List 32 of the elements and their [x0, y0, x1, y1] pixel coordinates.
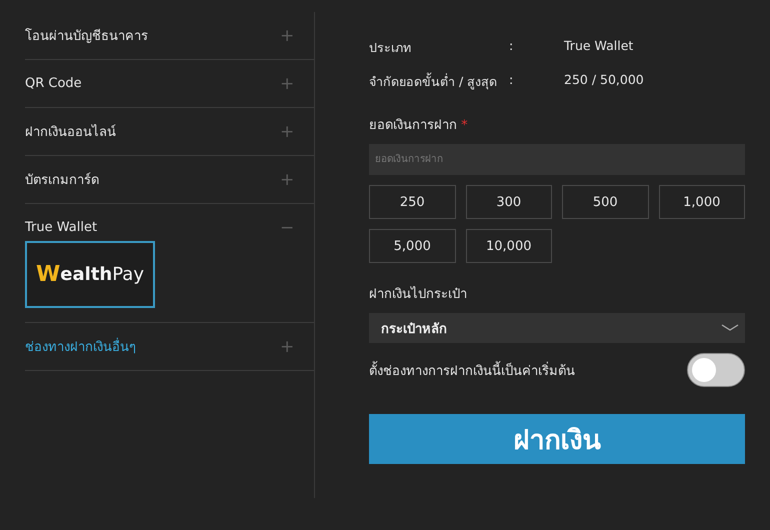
- info-separator: :: [509, 38, 514, 55]
- amount-preset[interactable]: 250: [369, 185, 456, 219]
- plus-icon: +: [280, 336, 292, 356]
- method-item[interactable]: ช่องทางฝากเงินอื่นๆ +: [25, 323, 314, 370]
- method-item[interactable]: โอนผ่านบัญชีธนาคาร +: [25, 12, 314, 59]
- info-value: 250 / 50,000: [564, 72, 645, 89]
- chevron-down-icon: [721, 324, 739, 332]
- amount-preset[interactable]: 1,000: [658, 185, 745, 219]
- amount-preset[interactable]: 5,000: [369, 229, 456, 263]
- amount-preset[interactable]: 300: [466, 185, 552, 219]
- info-value: True Wallet: [564, 38, 634, 55]
- default-toggle[interactable]: [687, 353, 745, 387]
- info-label: จำกัดยอดขั้นต่ำ / สูงสุด: [369, 72, 498, 92]
- amount-preset[interactable]: 10,000: [466, 229, 552, 263]
- provider-logo[interactable]: WealthPay: [25, 241, 155, 308]
- plus-icon: +: [280, 74, 292, 94]
- info-label: ประเภท: [369, 39, 412, 57]
- plus-icon: +: [280, 26, 292, 46]
- info-separator: :: [509, 72, 514, 89]
- plus-icon: +: [280, 170, 292, 190]
- plus-icon: +: [280, 122, 292, 142]
- field-label: ยอดเงินการฝาก *: [369, 117, 469, 135]
- method-item[interactable]: QR Code +: [25, 60, 314, 107]
- field-label: ฝากเงินไปกระเป๋า: [369, 285, 468, 304]
- toggle-label: ตั้งช่องทางการฝากเงินนี้เป็นค่าเริ่มต้น: [369, 360, 575, 380]
- amount-preset[interactable]: 500: [562, 185, 648, 219]
- deposit-button[interactable]: ฝากเงิน: [369, 414, 745, 464]
- method-item[interactable]: บัตรเกมการ์ด +: [25, 156, 314, 203]
- wallet-select[interactable]: กระเป๋าหลัก: [369, 313, 745, 343]
- method-item[interactable]: ฝากเงินออนไลน์ +: [25, 108, 314, 155]
- minus-icon: −: [280, 218, 292, 238]
- amount-input[interactable]: ยอดเงินการฝาก: [369, 144, 745, 175]
